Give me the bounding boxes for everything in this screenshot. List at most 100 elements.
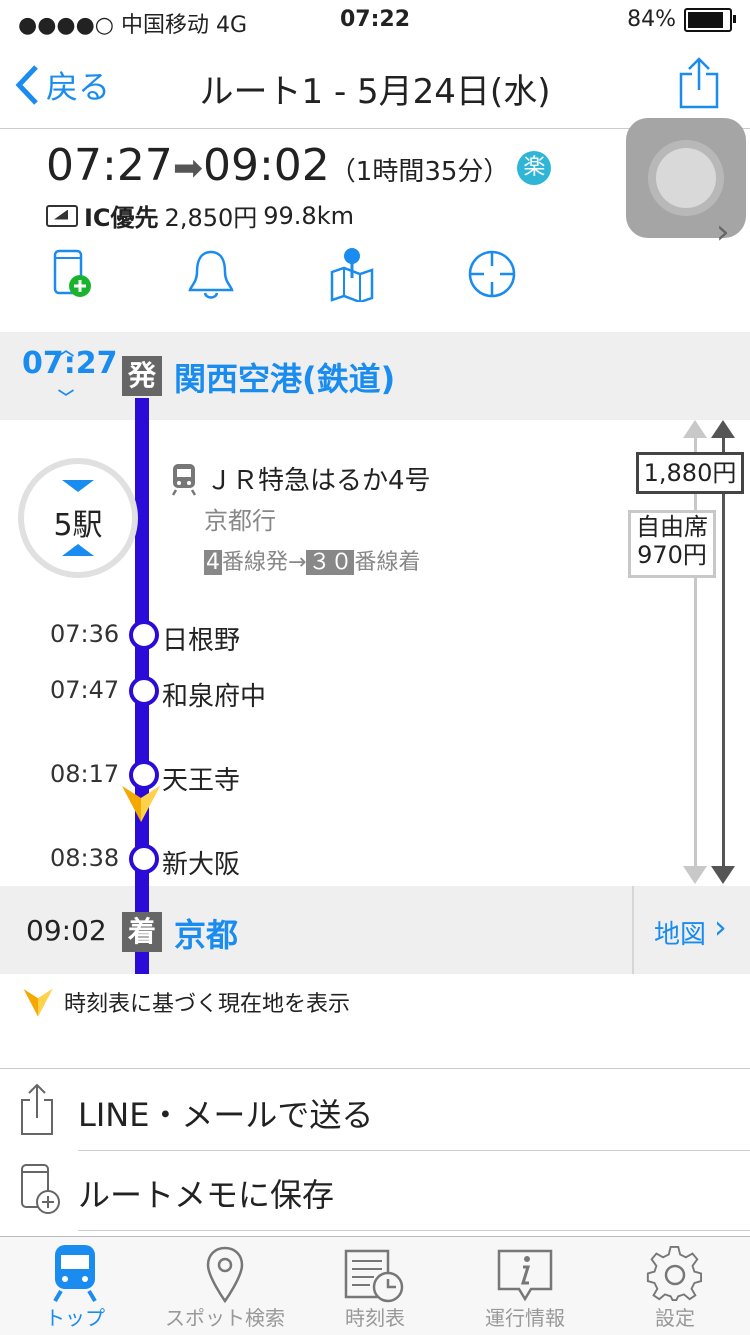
tab-timetable[interactable]: 時刻表 xyxy=(300,1237,450,1335)
arrival-tag-overlay: 着 xyxy=(122,912,162,952)
stop-name[interactable]: 和泉府中 xyxy=(162,676,266,713)
arrow-right-icon: ➡ xyxy=(172,148,203,189)
route-map-button[interactable] xyxy=(328,246,376,306)
crosshair-icon xyxy=(468,250,516,298)
arrival-row[interactable]: 09:02 着 京都 xyxy=(0,886,632,974)
stop-name[interactable]: 日根野 xyxy=(162,620,240,657)
raku-badge: 楽 xyxy=(517,151,552,185)
map-label: 地図 xyxy=(654,920,707,950)
train-name: ＪＲ特急はるか4号 xyxy=(206,466,431,496)
train-icon xyxy=(53,1245,97,1303)
seat-fare-arrow-down-icon xyxy=(683,866,707,884)
phone-add-icon xyxy=(21,1164,60,1214)
train-icon xyxy=(171,463,197,496)
phone-add-icon xyxy=(53,249,91,297)
departure-station[interactable]: 関西空港(鉄道) xyxy=(174,354,395,400)
tab-label: スポット検索 xyxy=(165,1306,285,1330)
stop-name[interactable]: 天王寺 xyxy=(162,760,240,797)
gear-icon xyxy=(646,1245,703,1302)
arr-time: 09:02 xyxy=(202,140,330,191)
stop-marker xyxy=(129,620,159,650)
ic-label: IC優先 xyxy=(84,204,159,232)
navigation-bar: 戻る ルート1 - 5月24日(水) xyxy=(0,40,750,129)
save-label: ルートメモに保存 xyxy=(78,1176,335,1214)
share-icon xyxy=(679,57,719,109)
dep-track-suffix: 番線発→ xyxy=(222,550,307,575)
battery-icon xyxy=(684,7,736,32)
express-fare: 1,880円 xyxy=(643,459,737,487)
stop-name[interactable]: 新大阪 xyxy=(162,844,240,881)
stop-time: 08:17 xyxy=(50,760,120,788)
station-count-toggle[interactable]: 5駅 xyxy=(18,458,138,578)
arr-track: ３０ xyxy=(306,550,355,575)
triangle-down-icon xyxy=(62,480,94,492)
ic-card-icon xyxy=(46,204,78,227)
distance: 99.8km xyxy=(263,201,354,230)
bell-icon xyxy=(188,250,234,299)
seat-fare-line xyxy=(694,428,697,874)
current-position-icon xyxy=(122,786,160,822)
stop-marker xyxy=(129,844,159,874)
chevron-up-icon: ︿ xyxy=(58,340,75,359)
tab-settings[interactable]: 設定 xyxy=(600,1237,750,1335)
send-label: LINE・メールで送る xyxy=(78,1096,374,1134)
tab-top[interactable]: トップ xyxy=(0,1237,150,1335)
seat-fare-box: 自由席 970円 xyxy=(628,510,716,578)
save-route-memo-button[interactable]: ルートメモに保存 xyxy=(0,1150,750,1232)
current-position-icon xyxy=(23,989,53,1017)
tab-label: トップ xyxy=(45,1306,105,1330)
dep-track: 4 xyxy=(204,550,222,575)
time-adjust-control[interactable]: ︿ 07:27 ﹀ xyxy=(22,340,118,407)
map-button[interactable]: 地図 › xyxy=(632,886,750,974)
express-fare-arrow-up-icon xyxy=(711,420,735,438)
arrival-station[interactable]: 京都 xyxy=(174,910,238,956)
triangle-up-icon xyxy=(62,544,94,556)
fare-summary: IC優先 2,850円 99.8km xyxy=(46,198,354,233)
tab-label: 設定 xyxy=(655,1306,695,1330)
send-line-mail-button[interactable]: LINE・メールで送る xyxy=(0,1070,750,1152)
legend-text: 時刻表に基づく現在地を表示 xyxy=(64,992,351,1017)
info-icon xyxy=(497,1249,553,1302)
train-destination: 京都行 xyxy=(204,507,276,535)
arrival-time: 09:02 xyxy=(26,914,107,947)
total-price: 2,850円 xyxy=(164,204,258,232)
duration: （1時間35分） xyxy=(329,157,510,187)
route-times: 07:27➡09:02（1時間35分）楽 xyxy=(46,140,552,191)
express-fare-arrow-down-icon xyxy=(711,866,735,884)
add-to-device-button[interactable] xyxy=(50,248,96,304)
tab-bar: トップ スポット検索 時刻表 運行情報 設定 xyxy=(0,1236,750,1335)
page-title: ルート1 - 5月24日(水) xyxy=(199,72,551,112)
status-bar: ●●●●○ 中国移动 4G 07:22 84% xyxy=(0,0,750,40)
timetable-icon xyxy=(344,1249,404,1303)
seat-fare-arrow-up-icon xyxy=(683,420,707,438)
share-button[interactable] xyxy=(678,56,720,114)
chevron-right-icon[interactable]: › xyxy=(716,212,730,252)
dep-time: 07:27 xyxy=(46,140,173,191)
current-location-button[interactable] xyxy=(466,248,518,304)
share-icon xyxy=(21,1083,53,1135)
legend: 時刻表に基づく現在地を表示 xyxy=(22,986,350,1018)
seat-type: 自由席 xyxy=(636,513,708,541)
station-count: 5駅 xyxy=(53,508,103,543)
stop-time: 08:38 xyxy=(50,844,120,872)
chevron-right-icon: › xyxy=(714,908,727,946)
chevron-down-icon: ﹀ xyxy=(58,388,75,407)
tab-spot-search[interactable]: スポット検索 xyxy=(150,1237,300,1335)
express-fare-box: 1,880円 xyxy=(636,452,744,494)
seat-price: 970円 xyxy=(637,541,707,569)
departure-row[interactable]: ︿ 07:27 ﹀ 発 関西空港(鉄道) xyxy=(0,332,750,420)
stop-time: 07:36 xyxy=(50,620,120,648)
tab-service-info[interactable]: 運行情報 xyxy=(450,1237,600,1335)
departure-tag: 発 xyxy=(122,356,162,396)
express-fare-line xyxy=(722,428,725,874)
battery-indicator: 84% xyxy=(627,7,736,32)
stop-time: 07:47 xyxy=(50,676,120,704)
battery-percent: 84% xyxy=(627,7,676,32)
tab-label: 運行情報 xyxy=(485,1306,565,1330)
tab-label: 時刻表 xyxy=(345,1306,405,1330)
stop-marker xyxy=(129,676,159,706)
alarm-button[interactable] xyxy=(186,248,236,304)
track-info: 4番線発→３０番線着 xyxy=(204,544,431,576)
location-pin-icon xyxy=(206,1246,244,1303)
map-pin-icon xyxy=(330,248,374,304)
